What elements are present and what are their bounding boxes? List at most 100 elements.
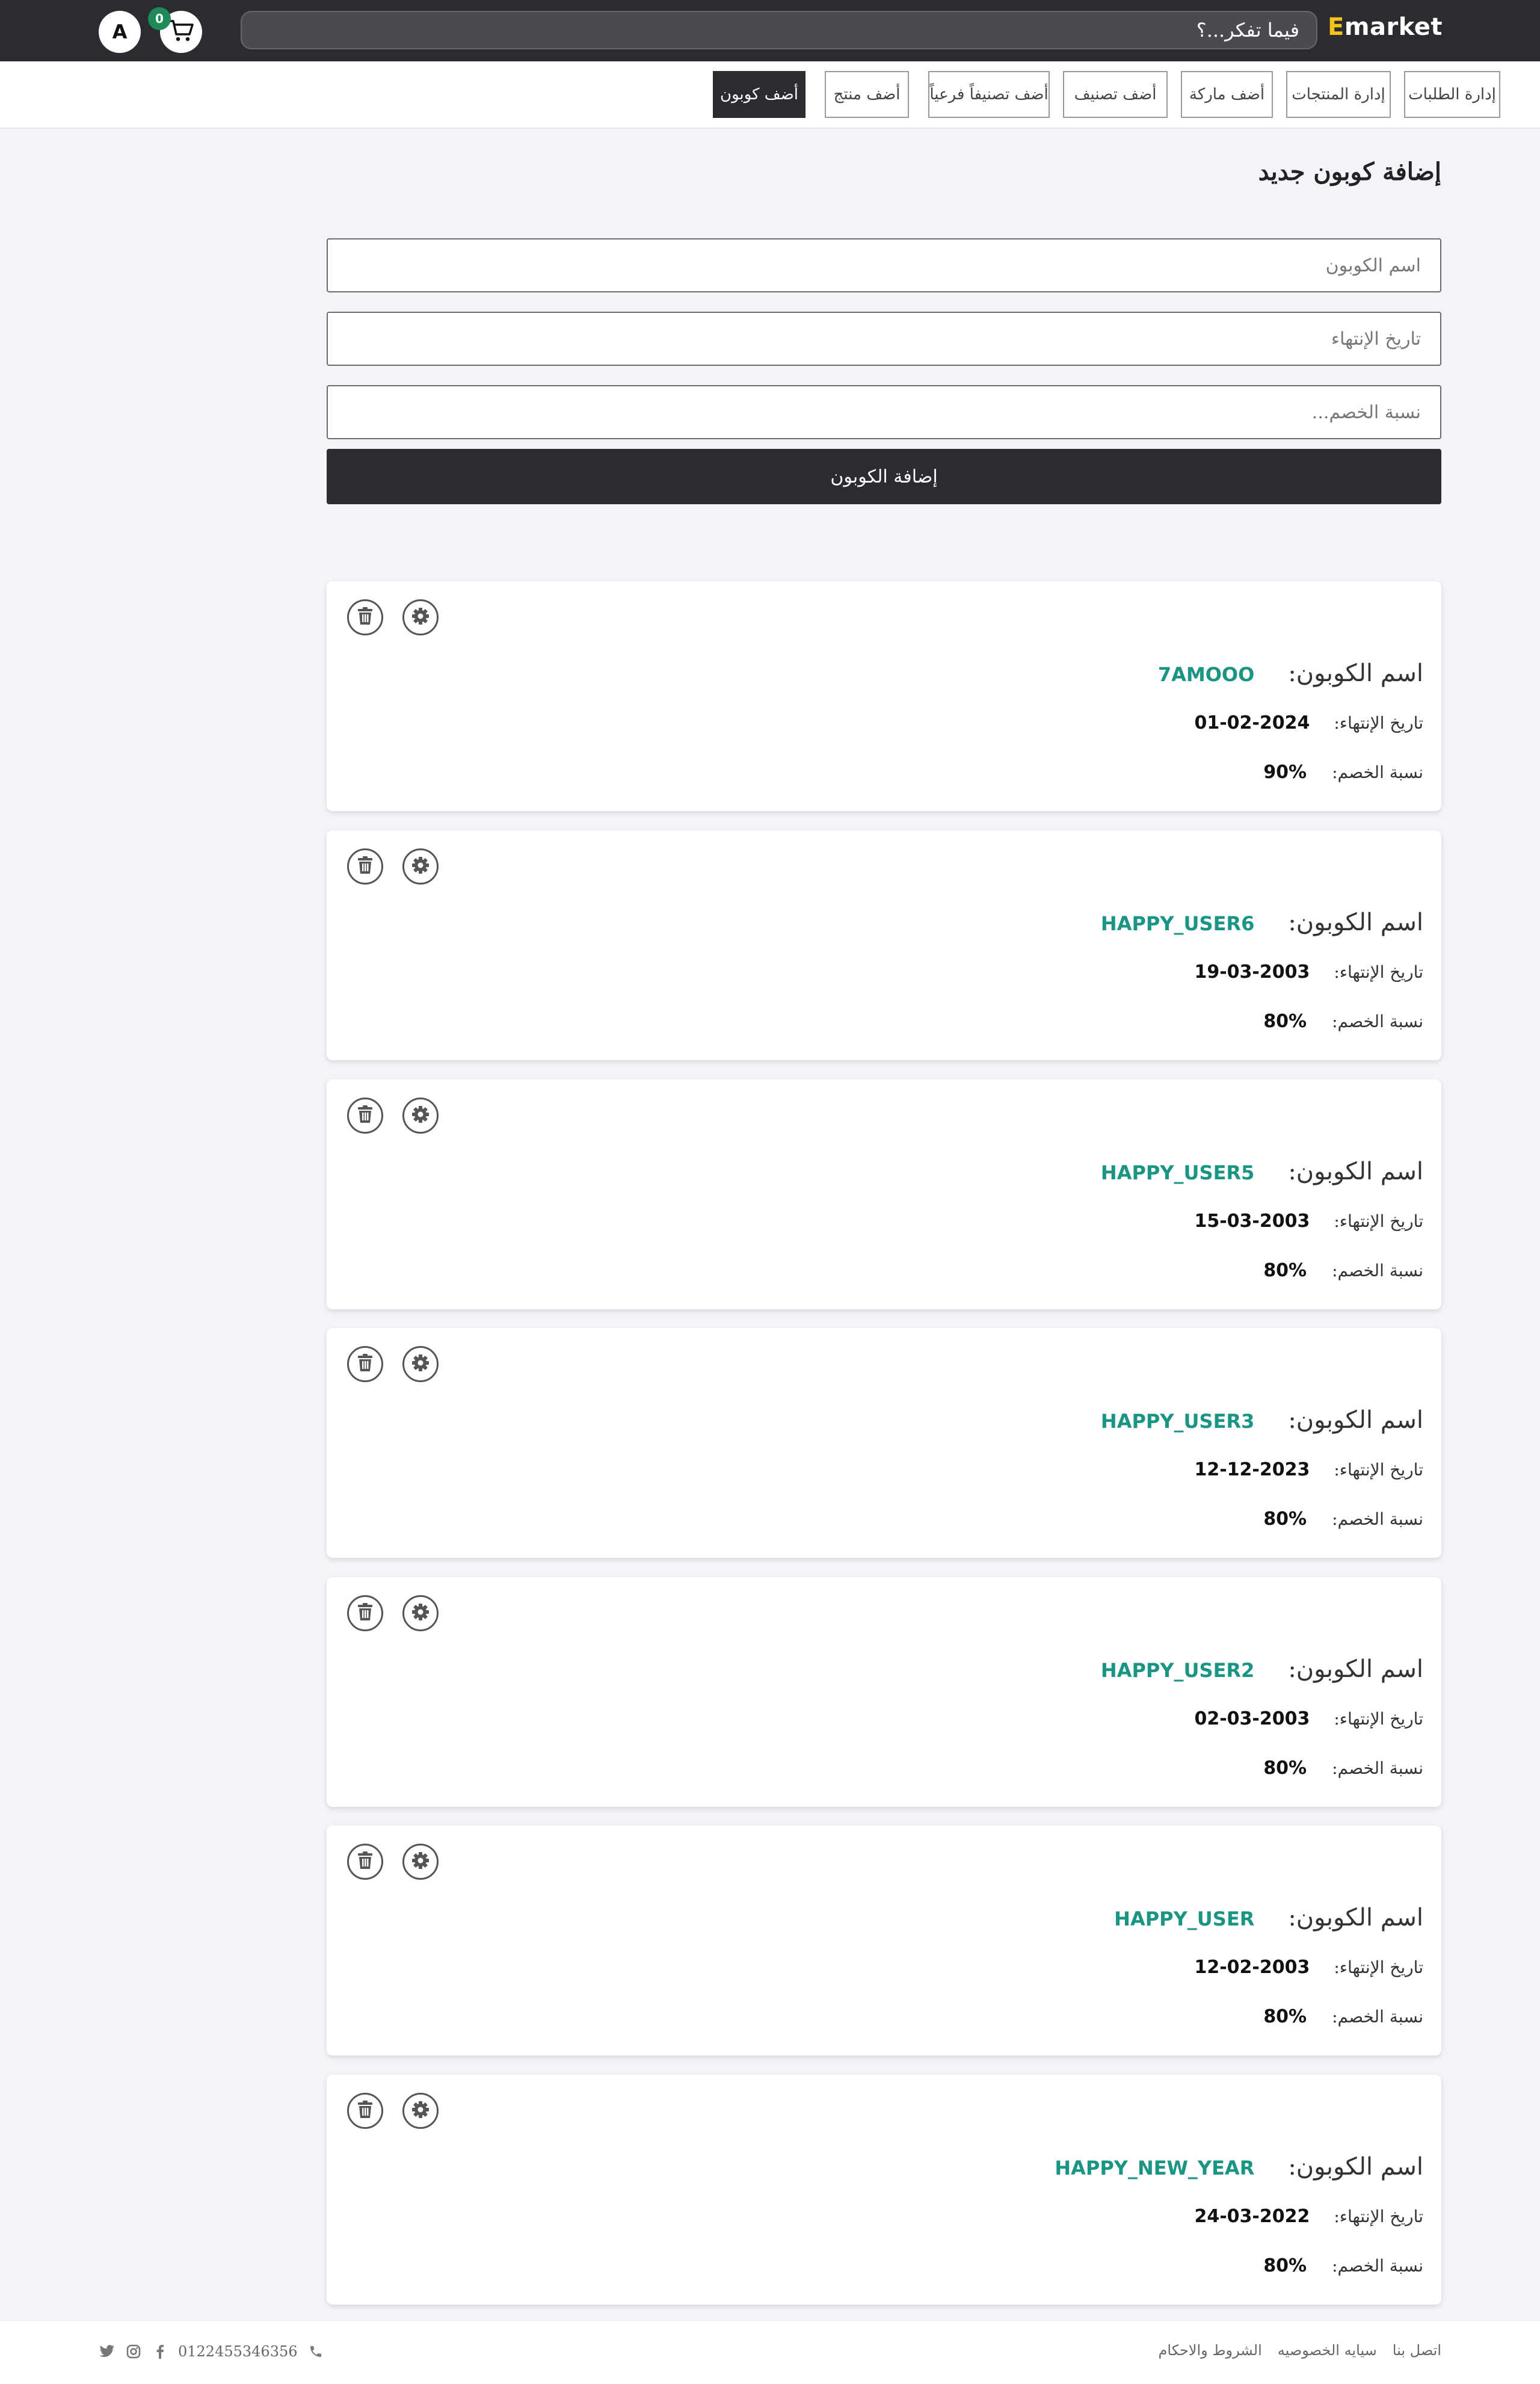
discount-label: نسبة الخصم: [1332,2256,1423,2276]
cart-icon [168,19,194,45]
coupon-card: اسم الكوبون: HAPPY_USER5 تاريخ الإنتهاء: 1… [327,1079,1441,1309]
footer-link-terms[interactable]: الشروط والاحكام [1159,2342,1262,2359]
gear-icon [411,856,430,877]
expiry-value: 12-12-2023 [1194,1459,1310,1480]
coupon-name-label: اسم الكوبون: [1288,1655,1423,1683]
brand-logo-first-letter: E [1327,13,1344,41]
tab-add-subcategory[interactable]: أضف تصنيفاً فرعياً [928,71,1050,118]
expiry-value: 02-03-2003 [1194,1708,1310,1729]
discount-label: نسبة الخصم: [1332,2007,1423,2027]
coupon-name-label: اسم الكوبون: [1288,2153,1423,2181]
coupon-name-value: HAPPY_NEW_YEAR [1055,2157,1255,2179]
expiry-value: 19-03-2003 [1194,962,1310,983]
discount-input[interactable] [327,385,1441,439]
edit-coupon-button[interactable] [402,1844,439,1880]
edit-coupon-button[interactable] [402,1346,439,1382]
coupon-card: اسم الكوبون: HAPPY_USER6 تاريخ الإنتهاء: 1… [327,830,1441,1060]
coupon-name-label: اسم الكوبون: [1288,1406,1423,1434]
footer-link-contact[interactable]: اتصل بنا [1393,2342,1441,2359]
delete-coupon-button[interactable] [347,599,383,635]
expiry-label: تاريخ الإنتهاء: [1334,2206,1423,2226]
facebook-icon[interactable] [152,2343,168,2360]
twitter-icon[interactable] [99,2343,116,2360]
coupon-name-value: HAPPY_USER5 [1100,1161,1255,1184]
trash-icon [357,607,373,628]
user-avatar[interactable]: A [99,11,141,53]
footer-contact: 0122455346356 [99,2343,324,2360]
edit-coupon-button[interactable] [402,1098,439,1134]
trash-icon [357,1603,373,1623]
footer-phone: 0122455346356 [178,2343,298,2360]
discount-label: نسبة الخصم: [1332,1509,1423,1529]
expiry-value: 24-03-2022 [1194,2206,1310,2227]
coupon-card: اسم الكوبون: 7AMOOO تاريخ الإنتهاء: 01-02-… [327,581,1441,811]
footer-links: الشروط والاحكام سيايه الخصوصيه اتصل بنا [1159,2342,1441,2359]
brand-logo[interactable]: Emarket [1328,13,1443,41]
discount-value: 80% [1263,2255,1307,2276]
gear-icon [411,1851,430,1872]
navbar: Emarket 0 A [0,0,1540,61]
search-input[interactable] [241,11,1317,49]
coupon-name-input[interactable] [327,238,1441,292]
discount-label: نسبة الخصم: [1332,762,1423,782]
expiry-label: تاريخ الإنتهاء: [1334,962,1423,982]
delete-coupon-button[interactable] [347,1595,383,1631]
footer-link-privacy[interactable]: سيايه الخصوصيه [1278,2342,1377,2359]
edit-coupon-button[interactable] [402,2093,439,2129]
expiry-label: تاريخ الإنتهاء: [1334,1957,1423,1977]
page-title: إضافة كوبون جديد [1258,158,1441,186]
gear-icon [411,1354,430,1374]
tab-manage-products[interactable]: إدارة المنتجات [1286,71,1391,118]
instagram-icon[interactable] [125,2343,142,2360]
discount-value: 80% [1263,1509,1307,1530]
tab-add-product[interactable]: أضف منتج [825,71,909,118]
expiry-label: تاريخ الإنتهاء: [1334,1709,1423,1729]
edit-coupon-button[interactable] [402,848,439,885]
discount-value: 80% [1263,1011,1307,1032]
add-coupon-button[interactable]: إضافة الكوبون [327,449,1441,504]
tab-add-category[interactable]: أضف تصنيف [1063,71,1168,118]
phone-icon [307,2343,324,2360]
expiry-value: 15-03-2003 [1194,1211,1310,1232]
coupon-name-label: اسم الكوبون: [1288,659,1423,687]
discount-label: نسبة الخصم: [1332,1011,1423,1031]
trash-icon [357,2101,373,2121]
delete-coupon-button[interactable] [347,1346,383,1382]
coupon-name-value: HAPPY_USER6 [1100,912,1255,935]
tab-add-brand[interactable]: أضف ماركة [1181,71,1273,118]
coupon-card: اسم الكوبون: HAPPY_USER2 تاريخ الإنتهاء: 0… [327,1577,1441,1807]
discount-value: 90% [1263,762,1307,783]
expiry-value: 12-02-2003 [1194,1957,1310,1978]
tab-add-coupon[interactable]: أضف كوبون [713,71,805,118]
coupon-name-value: HAPPY_USER3 [1100,1410,1255,1433]
brand-logo-text: market [1344,13,1443,41]
tab-manage-orders[interactable]: إدارة الطلبات [1404,71,1500,118]
delete-coupon-button[interactable] [347,848,383,885]
trash-icon [357,1105,373,1126]
cart-count-badge: 0 [148,7,171,30]
coupon-card: اسم الكوبون: HAPPY_USER تاريخ الإنتهاء: 12… [327,1826,1441,2055]
discount-value: 80% [1263,1260,1307,1281]
coupon-name-value: 7AMOOO [1157,663,1255,686]
coupon-card: اسم الكوبون: HAPPY_NEW_YEAR تاريخ الإنتها… [327,2075,1441,2305]
delete-coupon-button[interactable] [347,1098,383,1134]
trash-icon [357,856,373,877]
gear-icon [411,1105,430,1126]
discount-label: نسبة الخصم: [1332,1261,1423,1280]
expiry-label: تاريخ الإنتهاء: [1334,1211,1423,1231]
trash-icon [357,1851,373,1872]
expiry-label: تاريخ الإنتهاء: [1334,1460,1423,1480]
gear-icon [411,1603,430,1623]
expiry-label: تاريخ الإنتهاء: [1334,713,1423,733]
edit-coupon-button[interactable] [402,1595,439,1631]
expiry-date-input[interactable] [327,312,1441,366]
edit-coupon-button[interactable] [402,599,439,635]
delete-coupon-button[interactable] [347,2093,383,2129]
gear-icon [411,2101,430,2121]
coupon-name-label: اسم الكوبون: [1288,1904,1423,1932]
footer: الشروط والاحكام سيايه الخصوصيه اتصل بنا … [0,2321,1540,2384]
discount-label: نسبة الخصم: [1332,1758,1423,1778]
expiry-value: 01-02-2024 [1194,712,1310,733]
coupon-name-label: اسم الكوبون: [1288,909,1423,936]
delete-coupon-button[interactable] [347,1844,383,1880]
